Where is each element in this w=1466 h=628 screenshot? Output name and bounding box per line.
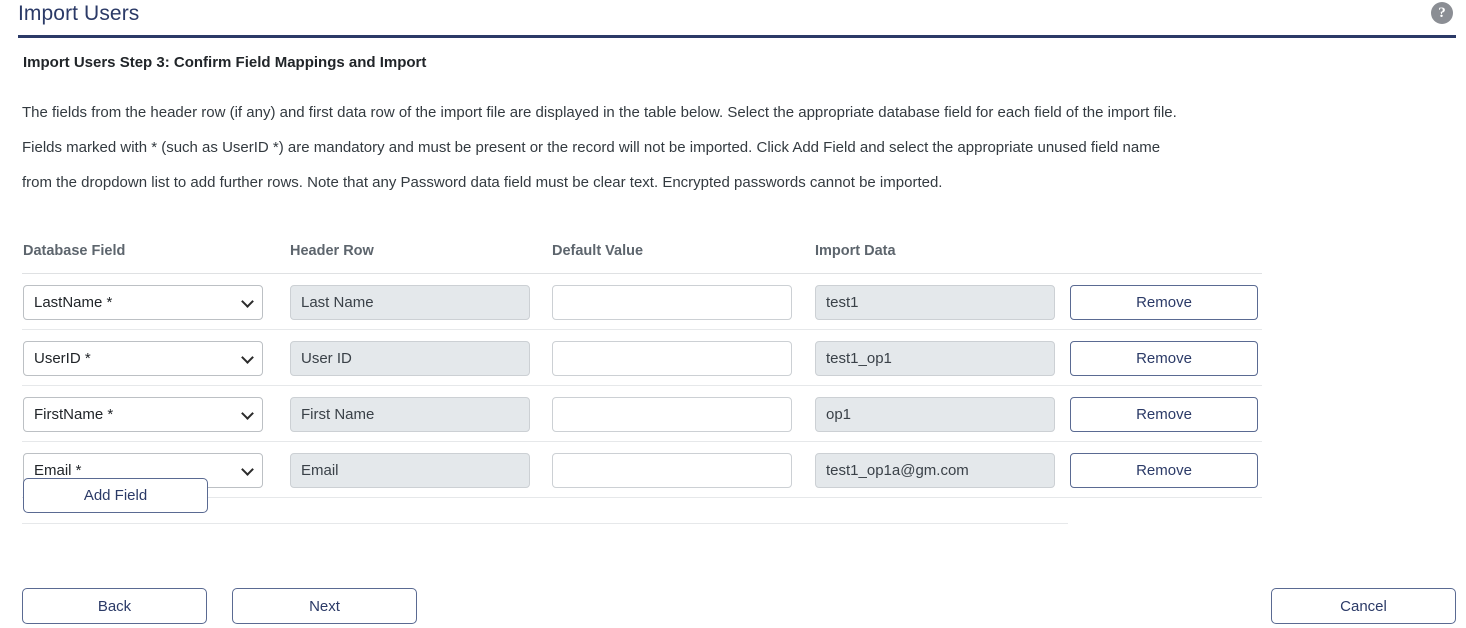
import-data-input xyxy=(815,285,1055,320)
import-data-cell xyxy=(815,341,1055,376)
import-data-input xyxy=(815,341,1055,376)
remove-cell: Remove xyxy=(1070,397,1258,432)
instructions-line: from the dropdown list to add further ro… xyxy=(22,174,943,191)
add-field-row: Add Field xyxy=(22,467,1068,524)
column-header-header-row: Header Row xyxy=(290,243,374,259)
column-header-default-value: Default Value xyxy=(552,243,644,259)
next-button[interactable]: Next xyxy=(232,588,417,624)
database-field-select-wrapper: UserID * xyxy=(23,341,263,376)
table-row: FirstName * Remove xyxy=(22,386,1262,442)
import-data-cell xyxy=(815,285,1055,320)
step-heading: Import Users Step 3: Confirm Field Mappi… xyxy=(23,54,427,71)
column-header-import-data: Import Data xyxy=(815,243,896,259)
page-header: Import Users ? xyxy=(18,0,1456,38)
instructions-line: Fields marked with * (such as UserID *) … xyxy=(22,139,1161,156)
header-row-input xyxy=(290,341,530,376)
back-button[interactable]: Back xyxy=(22,588,207,624)
remove-button[interactable]: Remove xyxy=(1070,341,1258,376)
header-row-cell xyxy=(290,341,530,376)
page-title: Import Users xyxy=(18,2,140,25)
header-row-cell xyxy=(290,285,530,320)
database-field-cell: LastName * xyxy=(23,285,263,320)
default-value-cell xyxy=(552,341,792,376)
remove-cell: Remove xyxy=(1070,453,1258,488)
table-row: LastName * Remove xyxy=(22,274,1262,330)
database-field-cell: FirstName * xyxy=(23,397,263,432)
instructions-line: The fields from the header row (if any) … xyxy=(22,104,1177,121)
header-row-input xyxy=(290,285,530,320)
remove-button[interactable]: Remove xyxy=(1070,397,1258,432)
database-field-select-wrapper: FirstName * xyxy=(23,397,263,432)
default-value-input[interactable] xyxy=(552,341,792,376)
remove-cell: Remove xyxy=(1070,341,1258,376)
import-data-cell xyxy=(815,397,1055,432)
footer-button-bar: Back Next Cancel xyxy=(22,588,1456,624)
column-header-database-field: Database Field xyxy=(23,243,126,259)
database-field-select-wrapper: LastName * xyxy=(23,285,263,320)
default-value-cell xyxy=(552,397,792,432)
help-circle-icon[interactable]: ? xyxy=(1431,2,1453,24)
default-value-input[interactable] xyxy=(552,397,792,432)
database-field-select[interactable]: FirstName * xyxy=(23,397,263,432)
import-data-input xyxy=(815,397,1055,432)
default-value-cell xyxy=(552,285,792,320)
header-row-input xyxy=(290,397,530,432)
table-header-row: Database Field Header Row Default Value … xyxy=(22,243,1262,274)
remove-button[interactable]: Remove xyxy=(1070,453,1258,488)
database-field-cell: UserID * xyxy=(23,341,263,376)
database-field-select[interactable]: LastName * xyxy=(23,285,263,320)
database-field-select[interactable]: UserID * xyxy=(23,341,263,376)
field-mapping-table: Database Field Header Row Default Value … xyxy=(22,243,1262,498)
header-row-cell xyxy=(290,397,530,432)
remove-cell: Remove xyxy=(1070,285,1258,320)
add-field-button[interactable]: Add Field xyxy=(23,478,208,513)
default-value-input[interactable] xyxy=(552,285,792,320)
table-row: UserID * Remove xyxy=(22,330,1262,386)
instructions-paragraph: The fields from the header row (if any) … xyxy=(22,95,1442,200)
cancel-button[interactable]: Cancel xyxy=(1271,588,1456,624)
remove-button[interactable]: Remove xyxy=(1070,285,1258,320)
